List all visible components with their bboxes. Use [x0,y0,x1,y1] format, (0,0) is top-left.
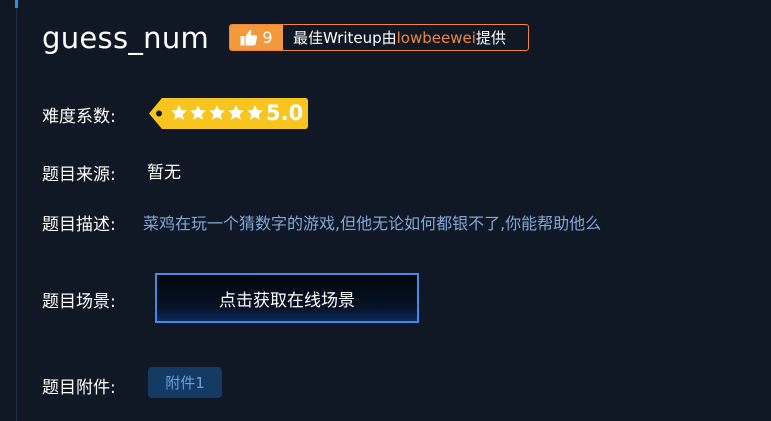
challenge-panel: guess_num 9 最佳Writeup由lowbeewei提供 难度系数: … [0,0,771,421]
writeup-prefix: 最佳Writeup由 [293,29,397,47]
best-writeup-badge[interactable]: 9 最佳Writeup由lowbeewei提供 [229,24,529,51]
attachment-download-button[interactable]: 附件1 [148,367,222,398]
left-accent-bar [15,0,18,8]
star-icon [190,105,206,120]
writeup-credit: 最佳Writeup由lowbeewei提供 [293,27,506,48]
scene-label: 题目场景: [42,292,116,312]
star-icon [171,105,187,120]
likes-count: 9 [262,28,273,47]
rating-score: 5.0 [266,101,304,125]
rating-stars [170,104,264,122]
difficulty-rating-tag: 5.0 [148,97,309,130]
difficulty-label: 难度系数: [42,107,116,127]
left-divider [16,0,17,421]
likes-counter[interactable]: 9 [230,25,283,50]
attachment-label: 题目附件: [42,378,116,398]
challenge-title: guess_num [42,21,210,55]
writeup-suffix: 提供 [475,29,506,47]
get-online-scene-button[interactable]: 点击获取在线场景 [155,273,419,323]
source-label: 题目来源: [42,165,116,185]
description-value: 菜鸡在玩一个猜数字的游戏,但他无论如何都银不了,你能帮助他么 [143,214,602,233]
star-icon [247,105,263,120]
writeup-author-link[interactable]: lowbeewei [397,29,476,47]
source-value: 暂无 [147,163,181,183]
star-icon [228,105,244,120]
star-icon [209,105,225,120]
description-label: 题目描述: [42,215,116,235]
thumbs-up-icon [240,29,258,46]
